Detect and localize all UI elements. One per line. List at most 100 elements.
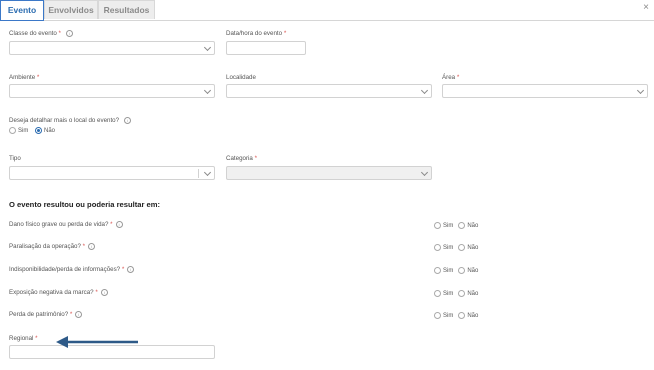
tab-resultados[interactable]: Resultados [98,0,155,19]
radio-button[interactable] [434,267,441,274]
data-hora-label: Data/hora do evento * [226,30,286,37]
info-icon[interactable]: i [127,266,135,273]
tab-envolvidos[interactable]: Envolvidos [44,0,98,19]
radio-button[interactable] [434,222,441,229]
chevron-down-icon [203,168,212,177]
nao-option[interactable]: Não [458,222,478,229]
radio-label: Sim [443,313,454,320]
required-mark: * [35,335,38,342]
radio-button[interactable] [9,127,16,134]
sim-option[interactable]: Sim [434,222,453,229]
radio-button[interactable] [434,312,441,319]
detalhar-radio-group: Sim Não [9,127,60,134]
required-mark: * [121,266,125,274]
chevron-down-icon [420,86,429,95]
radio-button[interactable] [458,312,466,319]
chevron-down-icon [636,86,645,95]
tab-bar: Evento Envolvidos Resultados × [0,0,654,21]
question-radio-group: Sim Não [434,244,483,251]
chevron-down-icon [420,168,429,177]
categoria-select [226,166,432,180]
tipo-label-text: Tipo [9,155,21,162]
regional-label-text: Regional [9,335,34,342]
required-mark: * [254,155,257,162]
required-mark: * [58,30,61,38]
question-label: Exposição negativa da marca? * i [9,289,108,296]
ambiente-select[interactable] [9,84,215,98]
detalhar-nao-option[interactable]: Não [35,127,55,134]
radio-button[interactable] [434,290,441,297]
sim-option[interactable]: Sim [434,244,453,251]
info-icon[interactable]: i [75,311,83,318]
ambiente-label-text: Ambiente [9,74,36,81]
detalhar-label-text: Deseja detalhar mais o local do evento? [9,117,120,125]
radio-label: Não [467,268,479,275]
detalhar-sim-option[interactable]: Sim [9,127,28,134]
question-radio-group: Sim Não [434,222,483,229]
tab-evento[interactable]: Evento [0,0,44,21]
required-mark: * [283,30,287,37]
radio-label: Não [467,245,479,252]
required-mark: * [36,74,40,81]
close-icon[interactable]: × [643,2,649,13]
area-label-text: Área [442,74,456,81]
radio-label: Não [467,313,479,320]
info-icon[interactable]: i [100,289,108,296]
categoria-label-text: Categoria [226,155,253,162]
nao-option[interactable]: Não [458,312,478,319]
question-label-text: Perda de patrimônio? [9,311,69,319]
section-title: O evento resultou ou poderia resultar em… [9,200,161,209]
sim-option[interactable]: Sim [434,312,453,319]
data-hora-input[interactable] [226,41,306,55]
question-label-text: Paralisação da operação? [9,243,81,251]
question-label-text: Exposição negativa da marca? [9,289,94,297]
localidade-label: Localidade [226,74,256,81]
tipo-select[interactable] [9,166,215,180]
separator [198,169,199,178]
info-icon[interactable]: i [123,117,131,124]
required-mark: * [456,74,460,81]
area-select[interactable] [442,84,648,98]
radio-button[interactable] [458,244,466,251]
chevron-down-icon [203,43,212,52]
question-label: Indisponibilidade/perda de informações? … [9,266,135,274]
required-mark: * [69,311,73,319]
tipo-label: Tipo [9,155,21,162]
area-label: Área * [442,74,459,81]
nao-option[interactable]: Não [458,290,478,297]
info-icon[interactable]: i [115,221,123,228]
question-label: Dano físico grave ou perda de vida? * i [9,221,123,228]
chevron-down-icon [203,86,212,95]
question-label-text: Dano físico grave ou perda de vida? [9,221,109,229]
nao-option[interactable]: Não [458,244,478,251]
info-icon[interactable]: i [88,243,96,250]
required-mark: * [82,243,86,251]
radio-label: Sim [18,128,29,135]
ambiente-label: Ambiente * [9,74,39,81]
classe-select[interactable] [9,41,215,55]
info-icon[interactable]: i [65,30,73,37]
question-label: Perda de patrimônio? * i [9,311,83,319]
nao-option[interactable]: Não [458,267,478,274]
sim-option[interactable]: Sim [434,267,453,274]
question-radio-group: Sim Não [434,267,483,274]
localidade-select[interactable] [226,84,432,98]
radio-label: Não [44,128,56,135]
radio-button[interactable] [458,222,466,229]
sim-option[interactable]: Sim [434,290,453,297]
radio-label: Não [467,223,479,230]
question-label: Paralisação da operação? * i [9,243,96,251]
question-radio-group: Sim Não [434,290,483,297]
required-mark: * [95,289,98,297]
required-mark: * [110,221,113,229]
radio-button[interactable] [458,290,466,297]
arrow-icon [56,336,138,348]
regional-label: Regional * [9,335,38,342]
radio-label: Sim [443,223,454,230]
radio-button[interactable] [434,244,441,251]
radio-button[interactable] [458,267,466,274]
data-hora-label-text: Data/hora do evento [226,30,283,37]
radio-label: Não [467,291,479,298]
question-radio-group: Sim Não [434,312,483,319]
radio-button-selected[interactable] [35,127,43,134]
